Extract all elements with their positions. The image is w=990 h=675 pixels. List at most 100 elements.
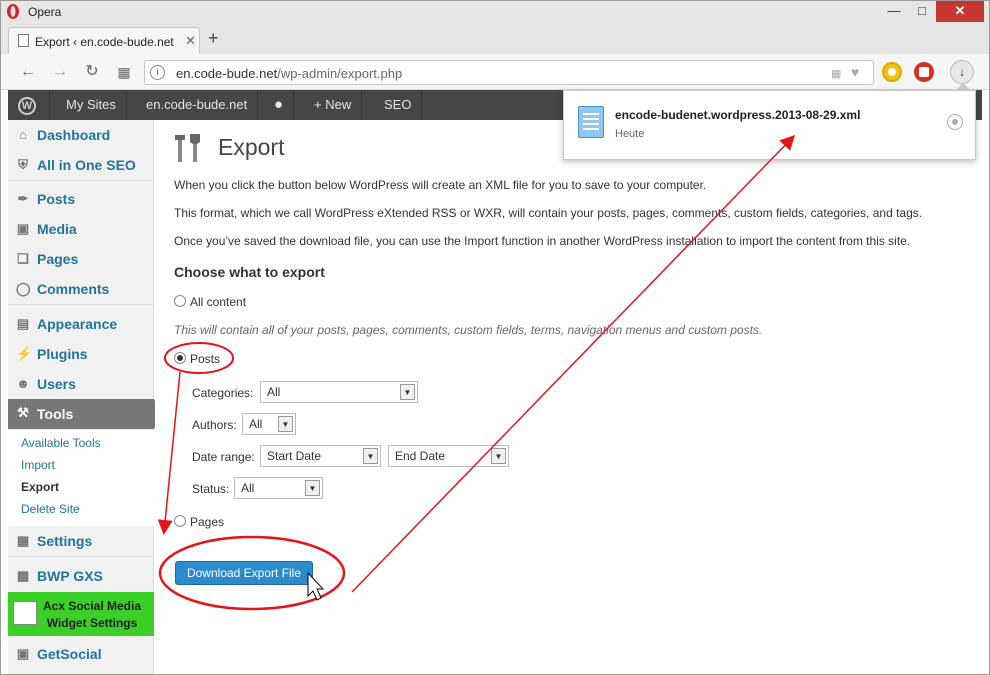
intro-paragraph-3: Once you’ve saved the download file, you… — [174, 234, 911, 248]
heart-icon[interactable]: ♥ — [851, 64, 859, 80]
extension-stop-icon[interactable] — [914, 62, 934, 82]
radio-label-posts[interactable]: Posts — [190, 352, 220, 366]
sidebar-item-posts[interactable]: ✒ Posts — [8, 185, 154, 213]
downloaded-file-date: Heute — [615, 128, 645, 140]
acx-label-line1: Acx Social Media — [42, 599, 142, 613]
close-window-button[interactable]: ✕ — [936, 0, 984, 22]
window-title: Opera — [28, 5, 62, 19]
speed-dial-icon[interactable]: ▦ — [114, 62, 134, 82]
sidebar-item-label: Appearance — [37, 316, 118, 332]
opera-logo-icon — [7, 4, 19, 19]
sidebar-item-label: Tools — [37, 406, 74, 422]
chevron-down-icon: ▼ — [400, 384, 415, 400]
sidebar-item-appearance[interactable]: ▤ Appearance — [8, 310, 154, 338]
acx-label-line2: Widget Settings — [46, 616, 138, 630]
sidebar-item-bwp-gxs[interactable]: ▩ BWP GXS — [8, 562, 154, 590]
sidebar-item-acx-social-media[interactable]: Acx Social Media Widget Settings — [8, 592, 154, 636]
end-date-select[interactable]: End Date ▼ — [388, 445, 509, 467]
document-icon — [18, 34, 29, 47]
radio-pages[interactable] — [174, 515, 186, 527]
intro-paragraph-1: When you click the button below WordPres… — [174, 178, 707, 192]
sidebar-item-users[interactable]: ☻ Users — [8, 370, 154, 398]
download-status-icon[interactable] — [947, 114, 963, 130]
download-icon[interactable]: ↓ — [950, 60, 974, 84]
downloaded-file-name[interactable]: encode-budenet.wordpress.2013-08-29.xml — [615, 108, 860, 122]
radio-all-content[interactable] — [174, 295, 186, 307]
radio-label-pages[interactable]: Pages — [190, 515, 224, 529]
shield-icon: ⛨ — [18, 157, 28, 172]
settings-icon: ▦ — [16, 533, 30, 548]
reload-button[interactable]: ↻ — [82, 62, 102, 82]
sidebar-item-label: GetSocial — [37, 646, 102, 662]
sidebar-item-media[interactable]: ▣ Media — [8, 215, 154, 243]
start-date-select[interactable]: Start Date ▼ — [260, 445, 381, 467]
grid-icon[interactable]: ▦ — [831, 67, 841, 80]
plug-icon: ⚡ — [16, 346, 33, 361]
authors-select[interactable]: All ▼ — [242, 413, 296, 435]
back-button[interactable]: ← — [18, 62, 38, 82]
sidebar-item-dashboard[interactable]: ⌂ Dashboard — [8, 121, 154, 149]
house-icon: ⌂ — [19, 127, 27, 142]
tab-label: Export ‹ en.code-bude.net — [35, 35, 174, 49]
radio-label-all-content[interactable]: All content — [190, 295, 246, 309]
comments-bubble-icon[interactable]: ● — [264, 90, 295, 120]
tools-icon — [175, 134, 200, 162]
sidebar-item-comments[interactable]: ◯ Comments — [8, 275, 154, 303]
status-value: All — [241, 481, 255, 495]
sidebar-item-label: Comments — [37, 281, 110, 297]
submenu-available-tools[interactable]: Available Tools — [21, 436, 101, 450]
site-info-icon[interactable]: i — [150, 65, 165, 80]
sidebar-item-tools[interactable]: ⚒ Tools — [8, 399, 162, 429]
status-select[interactable]: All ▼ — [234, 477, 323, 499]
submenu-import[interactable]: Import — [21, 458, 55, 472]
sidebar-item-plugins[interactable]: ⚡ Plugins — [8, 340, 154, 368]
wp-logo-menu[interactable]: W — [8, 90, 50, 120]
all-content-note: This will contain all of your posts, pag… — [174, 323, 763, 337]
my-sites-menu[interactable]: My Sites — [56, 90, 127, 120]
tools-icon: ⚒ — [17, 405, 29, 420]
pin-icon: ✒ — [17, 191, 29, 206]
sidebar-item-label: Users — [37, 376, 76, 392]
users-icon: ☻ — [16, 376, 30, 391]
sidebar-item-pages[interactable]: ❏ Pages — [8, 245, 154, 273]
chevron-down-icon: ▼ — [305, 480, 320, 496]
intro-paragraph-2: This format, which we call WordPress eXt… — [174, 206, 923, 220]
new-tab-button[interactable]: + — [208, 29, 219, 47]
tools-submenu: Available Tools Import Export Delete Sit… — [8, 430, 154, 526]
sidebar-separator — [8, 304, 154, 305]
browser-toolbar: ← → ↻ ▦ i en.code-bude.net/wp-admin/expo… — [0, 54, 990, 90]
radio-posts[interactable] — [174, 352, 186, 364]
close-tab-icon[interactable]: ✕ — [185, 33, 196, 49]
sidebar-item-label: Dashboard — [37, 127, 111, 143]
url-path: /wp-admin/export.php — [277, 66, 403, 81]
broken-image-icon — [13, 601, 37, 625]
sidebar-item-label: Settings — [37, 533, 93, 549]
seo-menu[interactable]: SEO — [374, 90, 423, 120]
categories-value: All — [267, 385, 281, 399]
tab-export[interactable]: Export ‹ en.code-bude.net ✕ — [8, 27, 200, 54]
tab-strip: Export ‹ en.code-bude.net ✕ — [0, 24, 990, 54]
download-export-file-button[interactable]: Download Export File — [175, 561, 313, 585]
categories-select[interactable]: All ▼ — [260, 381, 418, 403]
new-content-menu[interactable]: + New — [304, 90, 363, 120]
minimize-button[interactable]: — — [880, 0, 908, 22]
authors-value: All — [249, 417, 263, 431]
submenu-delete-site[interactable]: Delete Site — [21, 502, 80, 516]
forward-button[interactable]: → — [50, 62, 70, 82]
appearance-icon: ▤ — [16, 316, 30, 331]
sidebar-item-label: Media — [37, 221, 77, 237]
site-name-menu[interactable]: en.code-bude.net — [136, 90, 259, 120]
address-bar[interactable]: i en.code-bude.net/wp-admin/export.php ▦… — [144, 60, 874, 85]
chevron-down-icon: ▼ — [278, 416, 293, 432]
maximize-button[interactable]: □ — [908, 0, 936, 22]
sidebar-item-settings[interactable]: ▦ Settings — [8, 527, 154, 555]
sidebar-item-getsocial[interactable]: ▣ GetSocial — [8, 640, 154, 668]
authors-label: Authors: — [192, 418, 237, 432]
chevron-down-icon: ▼ — [491, 448, 506, 464]
url-host: en.code-bude.net — [176, 66, 278, 81]
sidebar-separator — [8, 556, 154, 557]
sidebar-item-all-in-one-seo[interactable]: ⛨ All in One SEO — [8, 151, 154, 179]
sitemap-icon: ▩ — [16, 568, 30, 583]
submenu-export[interactable]: Export — [21, 480, 59, 494]
extension-search-icon[interactable] — [882, 62, 902, 82]
